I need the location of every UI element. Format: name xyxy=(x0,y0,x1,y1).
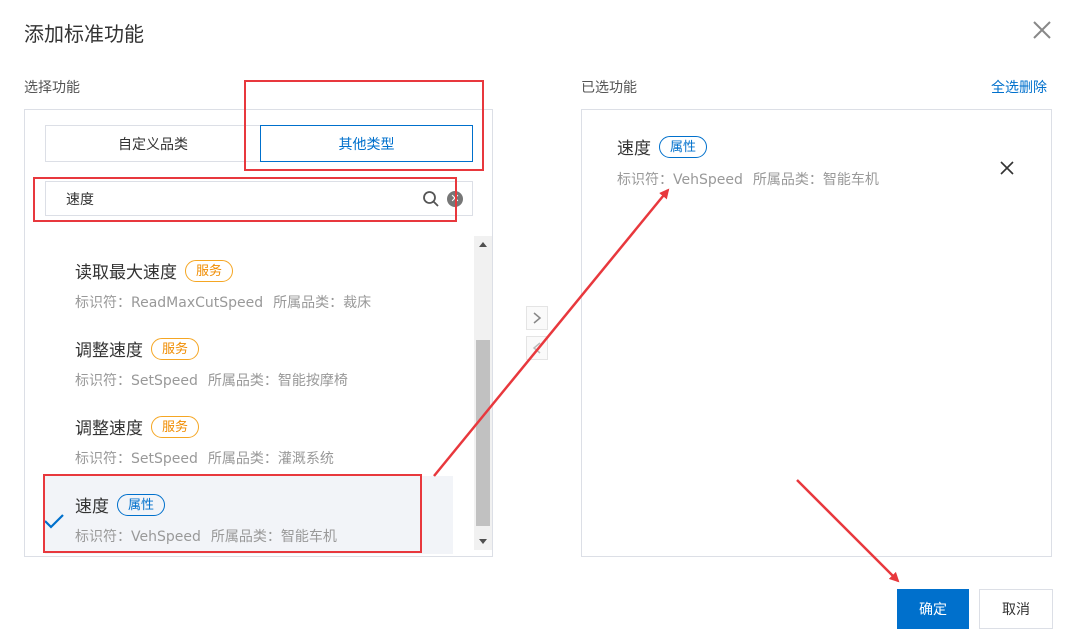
selected-item-name: 速度 xyxy=(617,139,651,159)
item-category: 所属品类：裁床 xyxy=(273,295,372,311)
item-name: 调整速度 xyxy=(75,419,143,439)
tab-label: 其他类型 xyxy=(338,136,395,153)
chevron-right-icon xyxy=(533,312,542,324)
scrollbar-thumb[interactable] xyxy=(476,340,490,526)
close-icon[interactable] xyxy=(1030,18,1054,42)
select-all-delete-link[interactable]: 全选删除 xyxy=(991,77,1047,97)
service-badge: 服务 xyxy=(151,415,200,438)
select-function-label: 选择功能 xyxy=(24,80,80,96)
tab-label: 自定义品类 xyxy=(118,136,188,153)
confirm-button[interactable]: 确定 xyxy=(897,589,969,629)
item-identifier: 标识符：SetSpeed xyxy=(75,373,198,389)
item-identifier: 标识符：VehSpeed xyxy=(617,172,743,188)
search-input[interactable] xyxy=(56,182,416,215)
item-category: 所属品类：灌溉系统 xyxy=(207,451,334,467)
item-meta: 标识符：VehSpeed 所属品类：智能车机 xyxy=(75,526,337,546)
scroll-down-arrow-icon[interactable] xyxy=(474,532,492,550)
list-item[interactable]: 调整速度 服务 标识符：SetSpeed 所属品类：灌溉系统 xyxy=(45,398,453,476)
move-left-button[interactable] xyxy=(526,336,548,360)
dialog-title: 添加标准功能 xyxy=(24,22,144,46)
remove-item-icon[interactable] xyxy=(998,159,1016,177)
list-item[interactable]: 调整速度 服务 标识符：SetSpeed 所属品类：智能按摩椅 xyxy=(45,320,453,398)
item-identifier: 标识符：ReadMaxCutSpeed xyxy=(75,295,264,311)
item-meta: 标识符：SetSpeed 所属品类：智能按摩椅 xyxy=(75,370,348,390)
item-identifier: 标识符：VehSpeed xyxy=(75,529,201,545)
search-box: ✕ xyxy=(45,181,473,216)
item-name: 调整速度 xyxy=(75,341,143,361)
clear-search-icon[interactable]: ✕ xyxy=(447,191,463,207)
list-item-selected[interactable]: 速度 属性 标识符：VehSpeed 所属品类：智能车机 xyxy=(45,476,453,554)
cancel-button[interactable]: 取消 xyxy=(979,589,1053,629)
search-icon[interactable] xyxy=(422,190,440,208)
item-category: 所属品类：智能车机 xyxy=(752,172,879,188)
item-category: 所属品类：智能车机 xyxy=(210,529,337,545)
property-badge: 属性 xyxy=(659,135,708,158)
selected-function-label: 已选功能 xyxy=(581,80,637,96)
property-badge: 属性 xyxy=(117,493,166,516)
service-badge: 服务 xyxy=(151,337,200,360)
tab-custom-category[interactable]: 自定义品类 xyxy=(45,125,260,162)
item-identifier: 标识符：SetSpeed xyxy=(75,451,198,467)
checkmark-icon xyxy=(44,514,64,529)
service-badge: 服务 xyxy=(185,259,234,282)
item-name: 读取最大速度 xyxy=(75,263,177,283)
item-name: 速度 xyxy=(75,497,109,517)
tab-other-types[interactable]: 其他类型 xyxy=(260,125,473,162)
selected-item: 速度 属性 xyxy=(617,134,708,159)
item-category: 所属品类：智能按摩椅 xyxy=(207,373,348,389)
item-meta: 标识符：SetSpeed 所属品类：灌溉系统 xyxy=(75,448,334,468)
selected-item-meta: 标识符：VehSpeed 所属品类：智能车机 xyxy=(617,169,879,189)
move-right-button[interactable] xyxy=(526,306,548,330)
scroll-up-arrow-icon[interactable] xyxy=(474,236,492,254)
list-item[interactable]: 读取最大速度 服务 标识符：ReadMaxCutSpeed 所属品类：裁床 xyxy=(45,242,453,320)
item-meta: 标识符：ReadMaxCutSpeed 所属品类：裁床 xyxy=(75,292,371,312)
chevron-left-icon xyxy=(532,342,541,354)
